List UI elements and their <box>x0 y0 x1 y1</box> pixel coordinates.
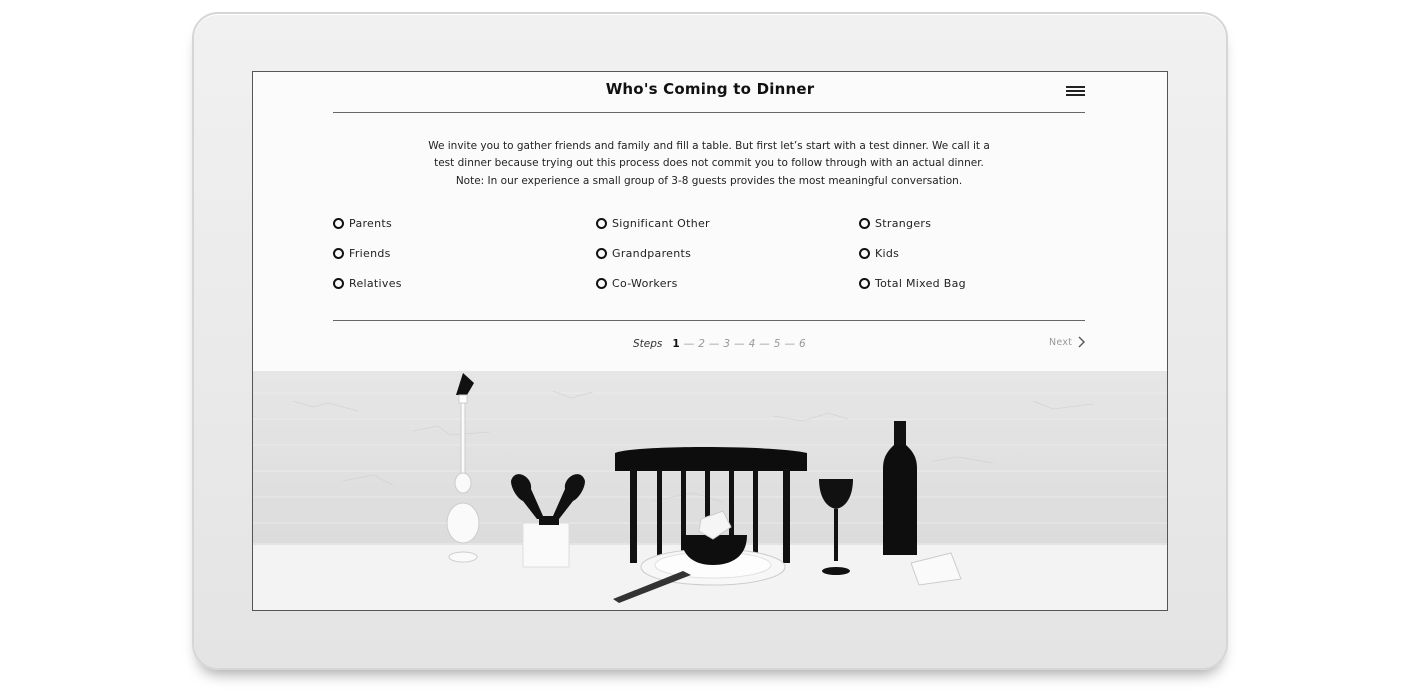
page-title: Who's Coming to Dinner <box>605 80 815 98</box>
option-label: Total Mixed Bag <box>875 277 966 290</box>
next-label: Next <box>1049 336 1073 348</box>
intro-text: We invite you to gather friends and fami… <box>403 138 1015 190</box>
option-kids[interactable]: Kids <box>859 247 899 260</box>
radio-icon[interactable] <box>333 248 344 259</box>
option-label: Kids <box>875 247 900 260</box>
radio-icon[interactable] <box>859 218 870 229</box>
option-label: Strangers <box>875 217 932 230</box>
step-item[interactable]: 3 <box>723 338 730 350</box>
option-label: Relatives <box>349 277 402 290</box>
option-label: Significant Other <box>612 217 710 230</box>
option-grandparents[interactable]: Grandparents <box>596 247 691 260</box>
option-parents[interactable]: Parents <box>333 217 392 230</box>
options-divider <box>333 320 1085 321</box>
option-label: Co-Workers <box>612 277 678 290</box>
dinner-table-photo <box>253 371 1167 610</box>
guest-options: Parents Friends Relatives Significant Ot… <box>333 214 1093 314</box>
app-screen: Who's Coming to Dinner We invite you to … <box>252 71 1168 611</box>
option-relatives[interactable]: Relatives <box>333 277 402 290</box>
hamburger-menu-icon[interactable] <box>1066 86 1085 96</box>
radio-icon[interactable] <box>596 248 607 259</box>
intro-line: test dinner because trying out this proc… <box>434 157 984 170</box>
step-indicator: Steps 1 — 2 — 3 — 4 — 5 — 6 <box>633 338 806 350</box>
intro-line: Note: In our experience a small group of… <box>455 174 963 187</box>
option-significant-other[interactable]: Significant Other <box>596 217 710 230</box>
step-item[interactable]: 4 <box>749 338 756 350</box>
option-friends[interactable]: Friends <box>333 247 391 260</box>
next-button[interactable]: Next <box>1049 336 1086 348</box>
header-divider <box>333 112 1085 113</box>
step-item[interactable]: 6 <box>799 338 806 350</box>
radio-icon[interactable] <box>859 248 870 259</box>
option-label: Grandparents <box>612 247 692 260</box>
option-label: Friends <box>349 247 391 260</box>
option-co-workers[interactable]: Co-Workers <box>596 277 678 290</box>
radio-icon[interactable] <box>596 218 607 229</box>
step-item[interactable]: 2 <box>698 338 705 350</box>
option-strangers[interactable]: Strangers <box>859 217 931 230</box>
steps-label: Steps <box>633 338 663 350</box>
step-item[interactable]: 5 <box>774 338 781 350</box>
radio-icon[interactable] <box>596 278 607 289</box>
step-current: 1 <box>672 338 680 350</box>
option-total-mixed-bag[interactable]: Total Mixed Bag <box>859 277 966 290</box>
chevron-right-icon <box>1078 336 1086 348</box>
radio-icon[interactable] <box>333 278 344 289</box>
radio-icon[interactable] <box>333 218 344 229</box>
option-label: Parents <box>349 217 393 230</box>
radio-icon[interactable] <box>859 278 870 289</box>
intro-line: We invite you to gather friends and fami… <box>428 140 990 152</box>
